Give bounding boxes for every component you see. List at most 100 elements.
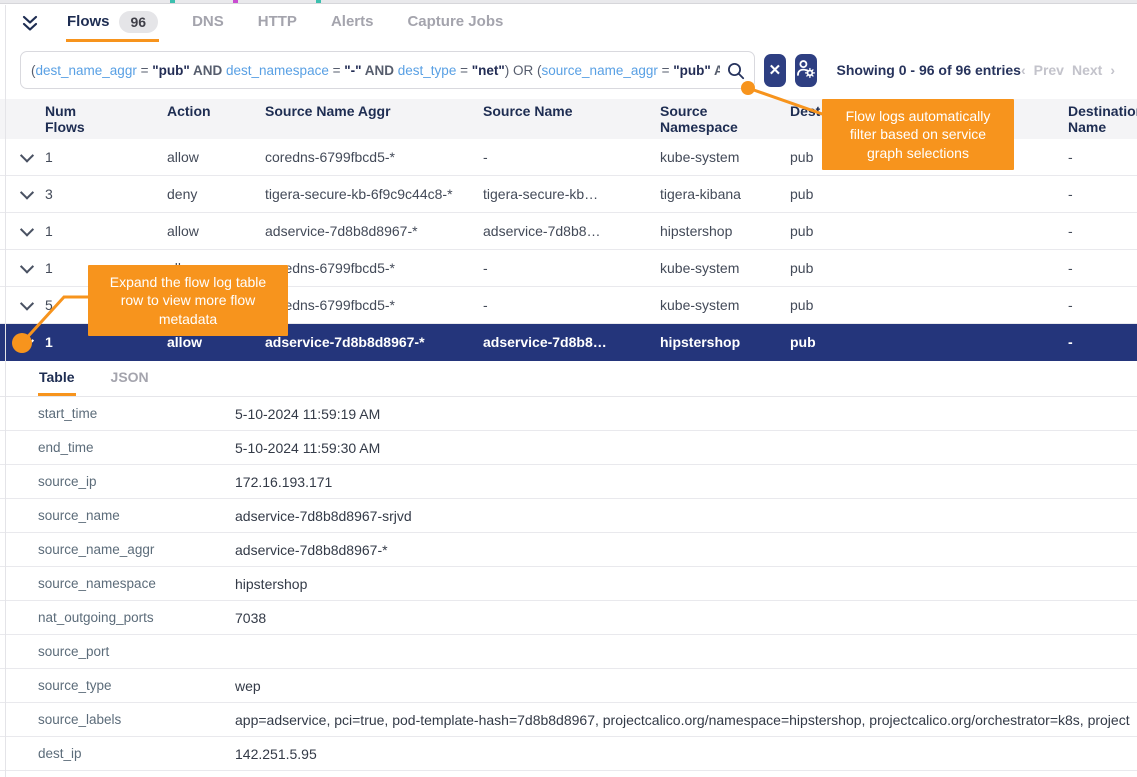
prev-chevron-icon[interactable]: ‹ <box>1021 62 1026 78</box>
cell-source_name: adservice-7d8b8… <box>483 223 660 239</box>
cell-action: allow <box>167 223 265 239</box>
detail-row-source_labels: source_labelsapp=adservice, pci=true, po… <box>0 703 1137 737</box>
column-header-destination-name[interactable]: Destination Name <box>1068 103 1137 135</box>
user-gear-icon <box>795 58 816 83</box>
cell-source_name: - <box>483 297 660 313</box>
cell-source_name_aggr: adservice-7d8b8d8967-* <box>265 223 483 239</box>
detail-row-dest_ip: dest_ip142.251.5.95 <box>0 737 1137 771</box>
clear-filter-button[interactable]: ✕ <box>764 54 786 87</box>
cell-dest_name_aggr: pub <box>790 334 1068 350</box>
flow-row[interactable]: 1allowadservice-7d8b8d8967-*adservice-7d… <box>0 213 1137 250</box>
query-token-field: source_name_aggr <box>542 63 658 78</box>
cell-dest_name: - <box>1068 223 1137 239</box>
expand-row-chevron-icon[interactable] <box>20 186 45 202</box>
cell-dest_name_aggr: pub <box>790 297 1068 313</box>
cell-source_namespace: tigera-kibana <box>660 186 790 202</box>
tab-dns[interactable]: DNS <box>191 4 225 42</box>
cell-source_name: - <box>483 149 660 165</box>
flow-logs-panel: Flows 96 DNS HTTP Alerts Capture Jobs (d… <box>0 0 1137 777</box>
query-token-val: "net" <box>472 63 505 78</box>
query-token-field: dest_name_aggr <box>36 63 137 78</box>
detail-row-source_ip: source_ip172.16.193.171 <box>0 465 1137 499</box>
detail-key: dest_ip <box>38 746 235 761</box>
next-chevron-icon[interactable]: › <box>1110 62 1115 78</box>
expand-row-chevron-icon[interactable] <box>20 334 45 350</box>
tab-detail-json[interactable]: JSON <box>110 361 150 396</box>
detail-key: start_time <box>38 406 235 421</box>
filter-toolbar: (dest_name_aggr = "pub" AND dest_namespa… <box>20 48 1117 92</box>
query-token-kw: ANI <box>711 63 720 78</box>
tab-capture-jobs[interactable]: Capture Jobs <box>406 4 504 42</box>
query-token-op: = <box>658 63 673 78</box>
user-settings-button[interactable] <box>795 54 817 87</box>
query-token-op: = <box>137 63 152 78</box>
query-token-val: "pub" <box>673 63 711 78</box>
column-header-source-namespace[interactable]: Source Namespace <box>660 103 790 135</box>
filter-query-input[interactable]: (dest_name_aggr = "pub" AND dest_namespa… <box>20 51 755 89</box>
flows-count-badge: 96 <box>119 11 159 33</box>
detail-key: source_ip <box>38 474 235 489</box>
cell-source_name: tigera-secure-kb… <box>483 186 660 202</box>
query-token-punc: ) OR ( <box>505 63 542 78</box>
flow-row[interactable]: 3denytigera-secure-kb-6f9c9c44c8-*tigera… <box>0 176 1137 213</box>
close-icon: ✕ <box>769 61 782 79</box>
cell-num: 1 <box>45 149 167 165</box>
detail-value: 7038 <box>235 610 1137 626</box>
tab-flows[interactable]: Flows 96 <box>66 4 159 42</box>
cell-source_name: adservice-7d8b8… <box>483 334 660 350</box>
detail-row-end_time: end_time5-10-2024 11:59:30 AM <box>0 431 1137 465</box>
search-icon[interactable] <box>726 61 746 86</box>
detail-row-start_time: start_time5-10-2024 11:59:19 AM <box>0 397 1137 431</box>
expand-row-chevron-icon[interactable] <box>20 223 45 239</box>
expand-row-chevron-icon[interactable] <box>20 297 45 313</box>
tab-flows-label: Flows <box>67 13 110 30</box>
next-button[interactable]: Next <box>1072 62 1102 78</box>
query-token-kw: AND <box>190 63 226 78</box>
cell-dest_name: - <box>1068 297 1137 313</box>
query-token-field: dest_namespace <box>226 63 329 78</box>
query-token-field: dest_type <box>398 63 457 78</box>
panel-left-border <box>5 5 6 777</box>
column-header-action[interactable]: Action <box>167 103 265 119</box>
cell-dest_name: - <box>1068 260 1137 276</box>
detail-row-source_namespace: source_namespacehipstershop <box>0 567 1137 601</box>
query-token-val: "pub" <box>152 63 190 78</box>
detail-key: source_type <box>38 678 235 693</box>
detail-row-source_name_aggr: source_name_aggradservice-7d8b8d8967-* <box>0 533 1137 567</box>
cell-source_namespace: kube-system <box>660 297 790 313</box>
flow-detail-table: start_time5-10-2024 11:59:19 AMend_time5… <box>0 397 1137 771</box>
detail-key: source_labels <box>38 712 235 727</box>
cell-source_namespace: kube-system <box>660 260 790 276</box>
detail-key: end_time <box>38 440 235 455</box>
detail-row-source_type: source_typewep <box>0 669 1137 703</box>
column-header-source-name-aggr[interactable]: Source Name Aggr <box>265 103 483 119</box>
cell-num: 1 <box>45 334 167 350</box>
column-header-num-flows[interactable]: Num Flows <box>45 103 97 135</box>
tab-detail-table[interactable]: Table <box>38 361 76 396</box>
cell-action: allow <box>167 149 265 165</box>
collapse-panel-icon[interactable] <box>20 4 40 42</box>
callout-filter-tip: Flow logs automatically filter based on … <box>822 99 1014 170</box>
tab-http[interactable]: HTTP <box>257 4 298 42</box>
top-edge-artifact <box>0 0 1137 4</box>
detail-key: nat_outgoing_ports <box>38 610 235 625</box>
expand-row-chevron-icon[interactable] <box>20 149 45 165</box>
cell-source_namespace: hipstershop <box>660 334 790 350</box>
column-header-source-name[interactable]: Source Name <box>483 103 660 119</box>
cell-source_name_aggr: coredns-6799fbcd5-* <box>265 149 483 165</box>
cell-dest_name: - <box>1068 186 1137 202</box>
detail-value: 5-10-2024 11:59:30 AM <box>235 440 1137 456</box>
cell-dest_name: - <box>1068 334 1137 350</box>
callout-expand-tip: Expand the flow log table row to view mo… <box>88 265 288 336</box>
expand-row-chevron-icon[interactable] <box>20 260 45 276</box>
cell-source_name_aggr: coredns-6799fbcd5-* <box>265 297 483 313</box>
cell-dest_name: - <box>1068 149 1137 165</box>
detail-value: adservice-7d8b8d8967-srjvd <box>235 508 1137 524</box>
prev-button[interactable]: Prev <box>1034 62 1064 78</box>
query-token-op: = <box>456 63 471 78</box>
tab-alerts[interactable]: Alerts <box>330 4 375 42</box>
detail-key: source_name_aggr <box>38 542 235 557</box>
cell-action: deny <box>167 186 265 202</box>
filter-query-text: (dest_name_aggr = "pub" AND dest_namespa… <box>31 63 720 78</box>
detail-key: source_namespace <box>38 576 235 591</box>
